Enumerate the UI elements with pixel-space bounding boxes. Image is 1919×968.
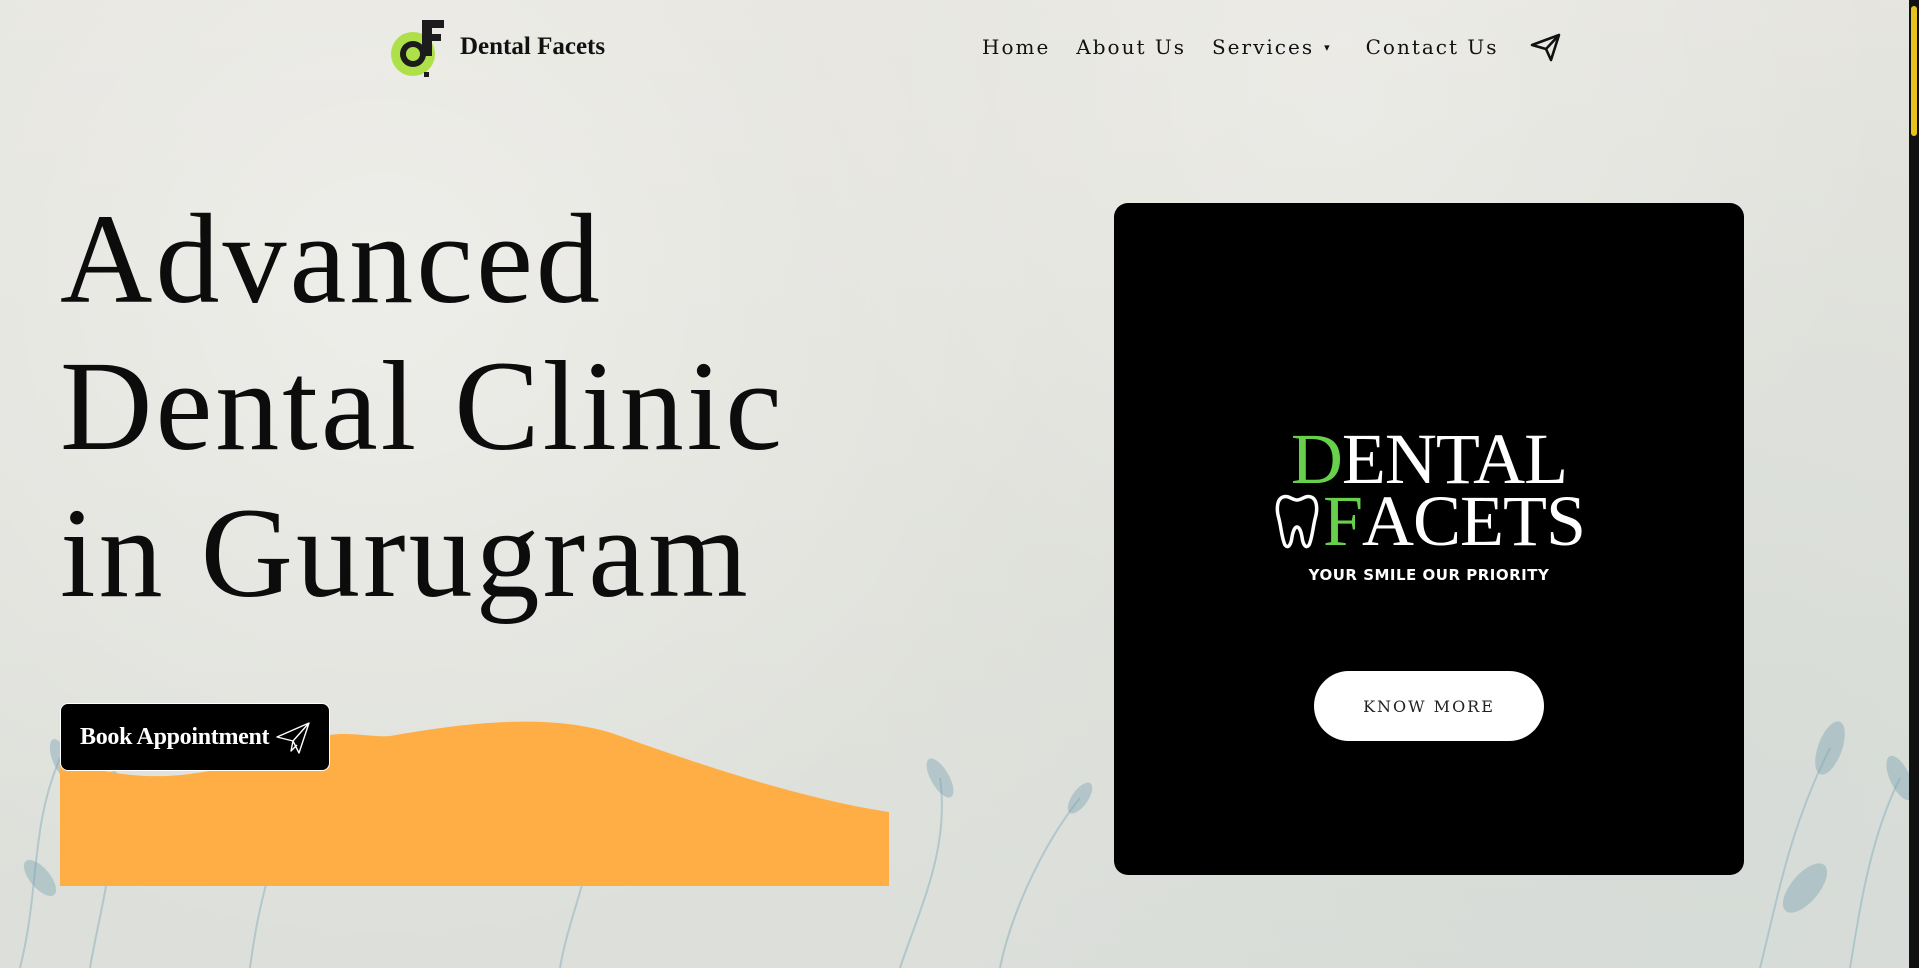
book-appointment-button[interactable]: Book Appointment [60, 703, 330, 771]
dental-facets-card-logo: DENTAL F ACETS YOUR SMILE OUR PRIORITY [1114, 423, 1744, 584]
book-appointment-label: Book Appointment [80, 723, 270, 750]
hero-title: Advanced Dental Clinic in Gurugram [60, 186, 920, 627]
know-more-button[interactable]: KNOW MORE [1314, 671, 1544, 741]
tooth-icon [1275, 494, 1319, 549]
nav-services[interactable]: Services ▾ [1212, 35, 1332, 59]
card-tagline: YOUR SMILE OUR PRIORITY [1308, 566, 1550, 584]
card-logo-line-2: F ACETS [1114, 481, 1744, 561]
scrollbar-thumb[interactable] [1911, 6, 1917, 136]
brand-name: Dental Facets [460, 33, 606, 60]
chevron-down-icon: ▾ [1324, 40, 1332, 54]
card-logo-rest-2: ACETS [1362, 481, 1586, 561]
df-logo-icon [391, 20, 444, 77]
main-menu: Home About Us Services ▾ Contact Us [982, 30, 1563, 64]
card-logo-initial-f: F [1322, 481, 1363, 561]
promo-card: DENTAL F ACETS YOUR SMILE OUR PRIORITY KN… [1114, 203, 1744, 875]
nav-about-us[interactable]: About Us [1076, 35, 1186, 59]
brand-logo[interactable]: Dental Facets [386, 14, 605, 80]
top-navigation: Dental Facets Home About Us Services ▾ C… [0, 0, 1919, 95]
hero-title-line: Dental Clinic [60, 335, 786, 477]
nav-services-label: Services [1211, 35, 1315, 59]
page-scrollbar[interactable] [1909, 0, 1919, 968]
nav-contact-us[interactable]: Contact Us [1366, 35, 1499, 59]
hero-title-line: in Gurugram [60, 482, 751, 624]
paper-plane-icon[interactable] [1529, 30, 1563, 64]
nav-home[interactable]: Home [982, 35, 1050, 59]
paper-plane-icon [276, 722, 310, 754]
hero-title-line: Advanced [60, 188, 603, 330]
